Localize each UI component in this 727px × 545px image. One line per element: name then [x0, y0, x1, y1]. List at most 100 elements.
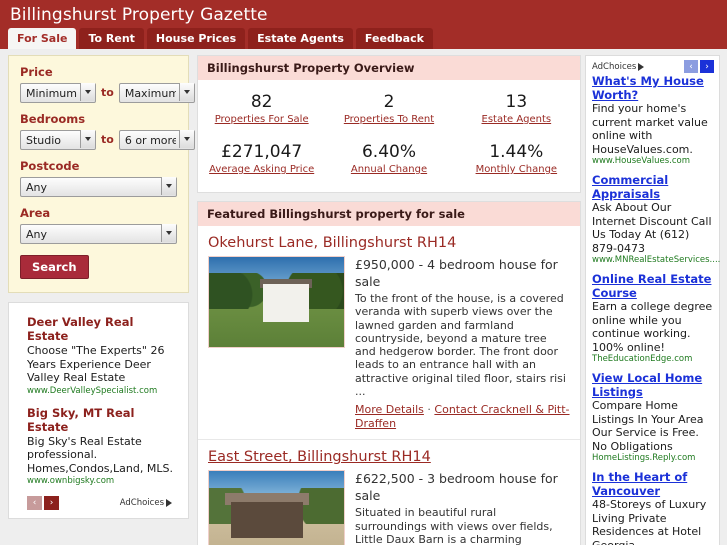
right-ad-url[interactable]: www.MNRealEstateServices....	[592, 255, 720, 266]
bedrooms-label: Bedrooms	[20, 112, 86, 126]
body-columns: Price Minimum to Maximum Bedrooms Studio…	[0, 49, 727, 545]
listing-body: £622,500 - 3 bedroom house for sale Situ…	[208, 470, 570, 545]
adchoices-label: AdChoices	[119, 498, 164, 508]
left-ad-item-1[interactable]: Deer Valley Real Estate Choose "The Expe…	[27, 315, 178, 397]
stat-label[interactable]: Monthly Change	[453, 163, 580, 177]
page-title: Billingshurst Property Gazette	[10, 5, 268, 25]
stat-label[interactable]: Properties To Rent	[325, 113, 452, 127]
site-header: Billingshurst Property Gazette For Sale …	[0, 0, 727, 49]
right-ad-title[interactable]: In the Heart of Vancouver	[592, 470, 714, 498]
main-content: Billingshurst Property Overview 82 Prope…	[197, 49, 585, 545]
left-ad-pager: ‹ ›	[27, 496, 59, 510]
right-ad-url[interactable]: HomeListings.Reply.com	[592, 453, 714, 464]
stat-average-asking-price: £271,047 Average Asking Price	[198, 138, 325, 180]
right-ad-item-3: Online Real Estate Course Earn a college…	[592, 272, 714, 365]
overview-stats: 82 Properties For Sale 2 Properties To R…	[198, 80, 580, 192]
listing-text: £622,500 - 3 bedroom house for sale Situ…	[355, 470, 570, 545]
prev-arrow-icon[interactable]: ‹	[684, 60, 698, 73]
price-to-label: to	[101, 86, 114, 99]
postcode-wrap: Any	[20, 176, 177, 197]
listing-title[interactable]: East Street, Billingshurst RH14	[208, 448, 570, 466]
left-ad-footer: ‹ › AdChoices	[27, 496, 178, 510]
stat-value: 13	[505, 92, 528, 112]
area-select[interactable]: Any	[20, 224, 177, 244]
next-arrow-icon[interactable]: ›	[700, 60, 714, 73]
right-sidebar: AdChoices ‹ › What's My House Worth? Fin…	[585, 49, 727, 545]
overview-heading: Billingshurst Property Overview	[198, 56, 580, 80]
left-ad-url[interactable]: www.DeerValleySpecialist.com	[27, 385, 178, 397]
listing-links: More Details · Contact Cracknell & Pitt-…	[355, 403, 570, 431]
right-ad-block: AdChoices ‹ › What's My House Worth? Fin…	[585, 55, 720, 545]
price-min-wrap: Minimum	[20, 82, 96, 103]
overview-stats-row-2: £271,047 Average Asking Price 6.40% Annu…	[198, 138, 580, 180]
adchoices-icon	[638, 62, 645, 71]
stat-label[interactable]: Properties For Sale	[198, 113, 325, 127]
right-ad-title[interactable]: View Local Home Listings	[592, 371, 714, 399]
price-max-select[interactable]: Maximum	[118, 83, 195, 103]
stat-label[interactable]: Estate Agents	[453, 113, 580, 127]
right-ad-pager: ‹ ›	[684, 60, 714, 73]
left-ad-title[interactable]: Big Sky, MT Real Estate	[27, 406, 178, 434]
area-label: Area	[20, 206, 51, 220]
prev-arrow-icon[interactable]: ‹	[27, 496, 42, 510]
stat-properties-to-rent: 2 Properties To Rent	[325, 88, 452, 130]
area-wrap: Any	[20, 223, 177, 244]
property-thumbnail[interactable]	[208, 470, 345, 545]
right-ad-title[interactable]: Commercial Appraisals	[592, 173, 714, 201]
featured-heading: Featured Billingshurst property for sale	[198, 202, 580, 226]
right-ad-url[interactable]: www.HouseValues.com	[592, 156, 714, 167]
listing-price: £622,500 - 3 bedroom house for sale	[355, 471, 558, 504]
listing-item: East Street, Billingshurst RH14 £622,500…	[198, 440, 580, 545]
property-thumbnail[interactable]	[208, 256, 345, 348]
tab-house-prices[interactable]: House Prices	[146, 28, 246, 49]
listing-text: £950,000 - 4 bedroom house for sale To t…	[355, 256, 570, 431]
listing-description: Situated in beautiful rural surroundings…	[355, 506, 553, 545]
stat-monthly-change: 1.44% Monthly Change	[453, 138, 580, 180]
next-arrow-icon[interactable]: ›	[44, 496, 59, 510]
stat-label[interactable]: Average Asking Price	[198, 163, 325, 177]
bedrooms-row: Studio to 6 or more	[20, 129, 195, 150]
left-ad-title[interactable]: Deer Valley Real Estate	[27, 315, 178, 343]
listing-body: £950,000 - 4 bedroom house for sale To t…	[208, 256, 570, 431]
right-ad-title[interactable]: Online Real Estate Course	[592, 272, 714, 300]
left-ad-body: Choose "The Experts" 26 Years Experience…	[27, 344, 165, 384]
right-ad-body: 48-Storeys of Luxury Living Private Resi…	[592, 498, 707, 545]
more-details-link[interactable]: More Details	[355, 403, 424, 416]
left-ad-item-2[interactable]: Big Sky, MT Real Estate Big Sky's Real E…	[27, 406, 178, 488]
left-sidebar: Price Minimum to Maximum Bedrooms Studio…	[0, 49, 197, 519]
main-nav-tabs: For Sale To Rent House Prices Estate Age…	[8, 28, 433, 49]
price-min-select[interactable]: Minimum	[20, 83, 96, 103]
link-separator: ·	[427, 403, 431, 417]
postcode-select[interactable]: Any	[20, 177, 177, 197]
stat-label[interactable]: Annual Change	[325, 163, 452, 177]
tab-for-sale[interactable]: For Sale	[8, 28, 77, 49]
left-ad-body: Big Sky's Real Estate professional. Home…	[27, 434, 173, 475]
page-root: Billingshurst Property Gazette For Sale …	[0, 0, 727, 545]
bedrooms-to-label: to	[101, 133, 114, 146]
price-row: Minimum to Maximum	[20, 82, 195, 103]
price-label: Price	[20, 65, 53, 79]
adchoices-link[interactable]: AdChoices	[592, 62, 645, 72]
listing-title[interactable]: Okehurst Lane, Billingshurst RH14	[208, 234, 570, 252]
bedrooms-min-wrap: Studio	[20, 129, 96, 150]
bedrooms-max-wrap: 6 or more	[118, 129, 195, 150]
right-ad-item-2: Commercial Appraisals Ask About Our Inte…	[592, 173, 720, 266]
property-search-form: Price Minimum to Maximum Bedrooms Studio…	[8, 55, 195, 293]
tab-feedback[interactable]: Feedback	[355, 28, 433, 49]
right-ad-item-4: View Local Home Listings Compare Home Li…	[592, 371, 714, 464]
search-button[interactable]: Search	[20, 255, 89, 279]
tab-estate-agents[interactable]: Estate Agents	[248, 28, 353, 49]
right-ad-url[interactable]: TheEducationEdge.com	[592, 354, 714, 365]
left-ad-url[interactable]: www.ownbigsky.com	[27, 475, 178, 487]
stat-value: £271,047	[221, 142, 303, 162]
adchoices-link[interactable]: AdChoices	[120, 498, 172, 508]
right-ad-title[interactable]: What's My House Worth?	[592, 74, 714, 102]
right-ad-body: Compare Home Listings In Your Area Our S…	[592, 399, 704, 453]
stat-annual-change: 6.40% Annual Change	[325, 138, 452, 180]
stat-properties-for-sale: 82 Properties For Sale	[198, 88, 325, 130]
bedrooms-max-select[interactable]: 6 or more	[118, 130, 195, 150]
bedrooms-min-select[interactable]: Studio	[20, 130, 96, 150]
tab-to-rent[interactable]: To Rent	[79, 28, 144, 49]
adchoices-icon	[166, 499, 172, 507]
listing-price: £950,000 - 4 bedroom house for sale	[355, 257, 558, 289]
